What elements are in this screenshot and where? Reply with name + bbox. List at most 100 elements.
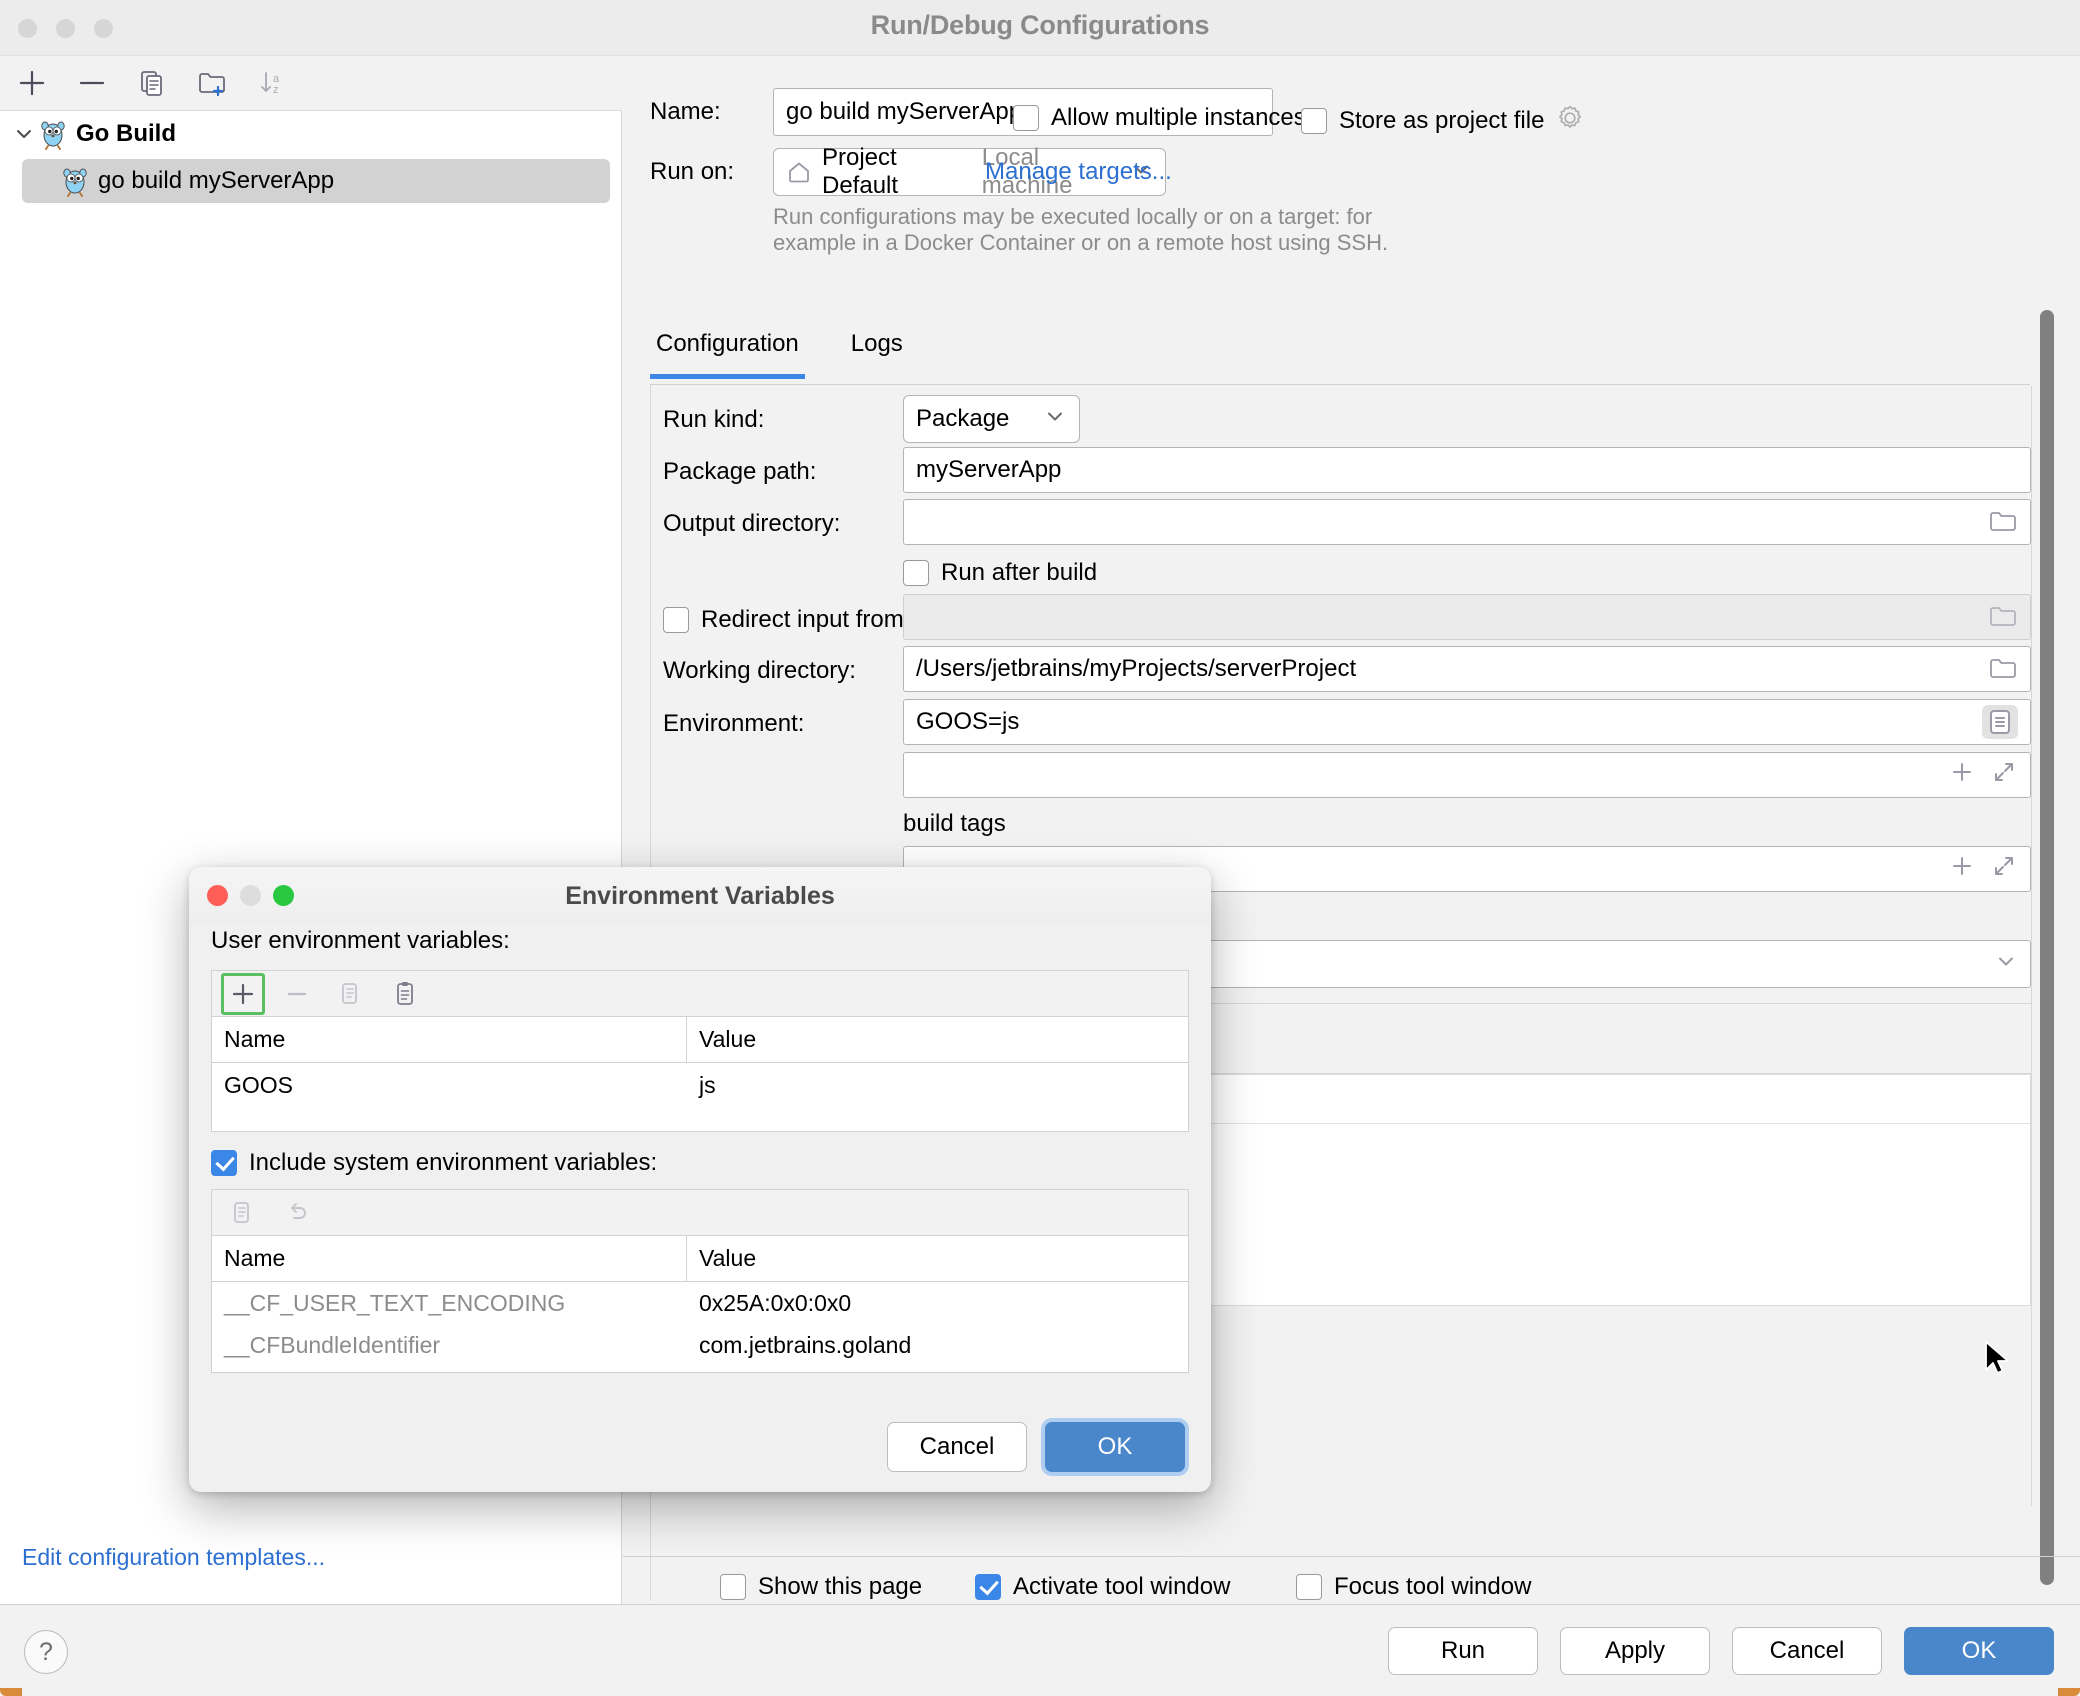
allow-multiple-instances-row[interactable]: Allow multiple instances — [1013, 104, 1306, 132]
modal-close-button[interactable] — [207, 885, 228, 906]
system-variables-table: Name Value __CF_USER_TEXT_ENCODING 0x25A… — [211, 1235, 1189, 1373]
tree-group-go-build[interactable]: Go Build — [0, 112, 622, 156]
chevron-down-icon[interactable] — [1994, 949, 2018, 980]
run-kind-select[interactable]: Package — [903, 395, 1080, 443]
user-variables-toolbar — [211, 970, 1189, 1016]
cancel-button[interactable]: Cancel — [1732, 1627, 1882, 1675]
focus-tool-window-label: Focus tool window — [1334, 1573, 1532, 1600]
chevron-down-icon[interactable] — [10, 123, 38, 145]
run-after-build-checkbox[interactable] — [903, 560, 929, 586]
tab-logs[interactable]: Logs — [845, 330, 909, 379]
mouse-cursor — [1984, 1340, 2014, 1385]
environment-input[interactable]: GOOS=js — [903, 699, 2031, 745]
add-variable-button[interactable] — [221, 972, 265, 1015]
working-directory-value: /Users/jetbrains/myProjects/serverProjec… — [916, 655, 1357, 682]
manage-targets-link[interactable]: Manage targets... — [985, 158, 1172, 186]
show-this-page-checkbox[interactable] — [720, 1574, 746, 1600]
allow-multiple-instances-checkbox[interactable] — [1013, 105, 1039, 131]
vertical-scrollbar[interactable] — [2040, 310, 2054, 1585]
system-variable-value-cell[interactable]: com.jetbrains.goland — [687, 1324, 1188, 1366]
page-edge-right — [2058, 1688, 2080, 1696]
editor-tabs: Configuration Logs — [650, 330, 909, 379]
redirect-input-field[interactable] — [903, 594, 2031, 640]
run-kind-value: Package — [916, 405, 1010, 432]
run-debug-configurations-window: Run/Debug Configurations a z Go Build go… — [0, 0, 2080, 1696]
system-variables-table-header: Name Value — [212, 1236, 1188, 1282]
system-variable-name-cell[interactable]: __CF_USER_TEXT_ENCODING — [212, 1282, 687, 1324]
show-this-page-label: Show this page — [758, 1573, 923, 1600]
build-tags-label: build tags — [903, 810, 1006, 837]
focus-tool-window-row[interactable]: Focus tool window — [1296, 1573, 1531, 1601]
working-directory-label: Working directory: — [663, 657, 856, 684]
paste-variable-button[interactable] — [383, 973, 427, 1015]
add-configuration-button[interactable] — [10, 62, 54, 104]
edit-configuration-templates-link[interactable]: Edit configuration templates... — [22, 1544, 325, 1571]
apply-button[interactable]: Apply — [1560, 1627, 1710, 1675]
include-system-variables-row[interactable]: Include system environment variables: — [211, 1149, 657, 1177]
table-row[interactable]: GOOS js — [212, 1063, 1188, 1107]
variable-value-cell[interactable]: js — [687, 1063, 1188, 1107]
system-variable-value-cell[interactable]: 0x25A:0x0:0x0 — [687, 1282, 1188, 1324]
column-header-value[interactable]: Value — [687, 1017, 1188, 1062]
user-environment-variables-label: User environment variables: — [211, 927, 510, 954]
reset-system-variables-button[interactable] — [275, 1192, 319, 1234]
output-directory-input[interactable] — [903, 499, 2031, 545]
activate-tool-window-row[interactable]: Activate tool window — [975, 1573, 1230, 1601]
environment-variables-title: Environment Variables — [565, 881, 835, 910]
redirect-input-row[interactable]: Redirect input from: — [663, 606, 910, 634]
browse-folder-icon[interactable] — [1988, 656, 2018, 682]
tree-item-go-build-myserverapp[interactable]: go build myServerApp — [22, 159, 610, 203]
modal-maximize-button[interactable] — [273, 885, 294, 906]
run-button[interactable]: Run — [1388, 1627, 1538, 1675]
activate-tool-window-checkbox[interactable] — [975, 1574, 1001, 1600]
program-arguments-input[interactable] — [903, 752, 2031, 798]
focus-tool-window-checkbox[interactable] — [1296, 1574, 1322, 1600]
go-gopher-icon — [60, 165, 90, 197]
table-row[interactable]: __CFBundleIdentifier com.jetbrains.golan… — [212, 1324, 1188, 1366]
help-button[interactable]: ? — [24, 1630, 68, 1674]
store-as-project-file-label: Store as project file — [1339, 106, 1545, 134]
copy-configuration-button[interactable] — [130, 62, 174, 104]
ok-button[interactable]: OK — [1904, 1627, 2054, 1675]
remove-configuration-button[interactable] — [70, 62, 114, 104]
copy-system-variable-button[interactable] — [221, 1192, 265, 1234]
modal-ok-button[interactable]: OK — [1045, 1422, 1185, 1472]
column-header-name[interactable]: Name — [212, 1017, 686, 1062]
modal-buttons: Cancel OK — [887, 1422, 1185, 1472]
store-as-project-file-row[interactable]: Store as project file — [1301, 104, 1584, 137]
name-label: Name: — [650, 98, 721, 125]
expand-editor-icon[interactable] — [1990, 852, 2018, 887]
modal-cancel-button[interactable]: Cancel — [887, 1422, 1027, 1472]
expand-editor-icon[interactable] — [1990, 758, 2018, 793]
working-directory-input[interactable]: /Users/jetbrains/myProjects/serverProjec… — [903, 646, 2031, 692]
sort-configurations-button[interactable]: a z — [250, 62, 294, 104]
store-as-project-file-checkbox[interactable] — [1301, 107, 1327, 134]
run-after-build-row[interactable]: Run after build — [903, 559, 1097, 587]
browse-folder-icon[interactable] — [1988, 604, 2018, 630]
tab-configuration[interactable]: Configuration — [650, 330, 805, 379]
browse-folder-icon[interactable] — [1988, 509, 2018, 535]
remove-variable-button[interactable] — [275, 973, 319, 1015]
system-variables-toolbar — [211, 1189, 1189, 1235]
table-row[interactable]: __CF_USER_TEXT_ENCODING 0x25A:0x0:0x0 — [212, 1282, 1188, 1324]
copy-variable-button[interactable] — [329, 973, 373, 1015]
column-header-name[interactable]: Name — [212, 1236, 686, 1281]
variable-name-cell[interactable]: GOOS — [212, 1063, 687, 1107]
environment-variables-button[interactable] — [1982, 705, 2018, 739]
environment-value: GOOS=js — [916, 708, 1020, 735]
chevron-down-icon[interactable] — [1043, 404, 1067, 435]
gear-icon[interactable] — [1556, 104, 1584, 137]
run-after-build-label: Run after build — [941, 559, 1098, 586]
include-system-variables-checkbox[interactable] — [211, 1150, 237, 1176]
column-header-value[interactable]: Value — [687, 1236, 1188, 1281]
show-this-page-row[interactable]: Show this page — [720, 1573, 922, 1601]
modal-minimize-button[interactable] — [240, 885, 261, 906]
add-macro-icon[interactable] — [1948, 852, 1976, 887]
package-path-input[interactable]: myServerApp — [903, 447, 2031, 493]
user-variables-table-header: Name Value — [212, 1017, 1188, 1063]
redirect-input-checkbox[interactable] — [663, 607, 689, 633]
output-directory-label: Output directory: — [663, 510, 841, 537]
new-folder-button[interactable] — [190, 62, 234, 104]
system-variable-name-cell[interactable]: __CFBundleIdentifier — [212, 1324, 687, 1366]
add-macro-icon[interactable] — [1948, 758, 1976, 793]
